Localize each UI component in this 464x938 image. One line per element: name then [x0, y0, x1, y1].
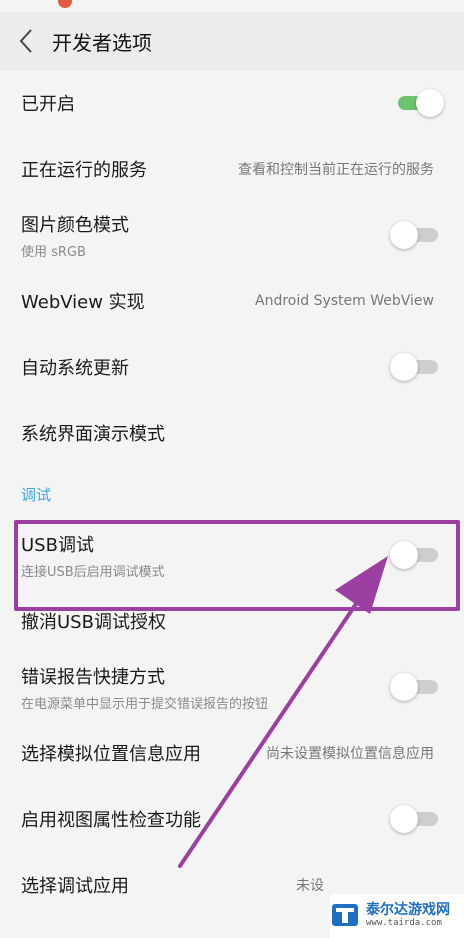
notification-dot-icon: [58, 0, 72, 8]
row-image-color-mode[interactable]: 图片颜色模式 使用 sRGB: [0, 202, 464, 268]
row-value: 未设: [296, 878, 324, 894]
row-system-ui-demo-mode[interactable]: 系统界面演示模式: [0, 400, 464, 466]
watermark-name: 泰尔达游戏网: [366, 902, 450, 919]
row-value: 尚未设置模拟位置信息应用: [266, 746, 434, 762]
back-button[interactable]: [0, 12, 52, 70]
row-value: Android System WebView: [255, 293, 434, 309]
usb-debugging-toggle[interactable]: [390, 541, 438, 569]
row-label: 自动系统更新: [21, 358, 129, 379]
row-label: 错误报告快捷方式: [21, 666, 165, 688]
row-label: USB调试: [21, 534, 94, 556]
row-label: 图片颜色模式: [21, 214, 129, 236]
row-revoke-usb-authorizations[interactable]: 撤消USB调试授权: [0, 588, 464, 654]
auto-system-update-toggle[interactable]: [390, 353, 438, 381]
watermark-url: www.tairda.com: [366, 917, 442, 928]
row-value: 查看和控制当前正在运行的服务: [238, 162, 434, 178]
page-title: 开发者选项: [52, 30, 152, 55]
app-header: 开发者选项: [0, 12, 464, 70]
bug-report-shortcut-toggle[interactable]: [390, 673, 438, 701]
row-label: 启用视图属性检查功能: [21, 810, 201, 831]
row-summary: 连接USB后启用调试模式: [21, 564, 165, 580]
row-label: 选择调试应用: [21, 876, 129, 897]
row-label: 已开启: [21, 94, 75, 115]
row-label: 撤消USB调试授权: [21, 612, 166, 633]
view-attribute-inspection-toggle[interactable]: [390, 805, 438, 833]
row-summary: 在电源菜单中显示用于提交错误报告的按钮: [21, 696, 269, 712]
image-color-mode-toggle[interactable]: [390, 221, 438, 249]
developer-options-toggle[interactable]: [394, 89, 444, 117]
row-label: 系统界面演示模式: [21, 424, 165, 445]
section-header-debugging: 调试: [21, 485, 52, 504]
row-auto-system-update[interactable]: 自动系统更新: [0, 334, 464, 400]
row-enabled[interactable]: 已开启: [0, 70, 464, 136]
row-mock-location-app[interactable]: 选择模拟位置信息应用 尚未设置模拟位置信息应用: [0, 720, 464, 786]
row-view-attribute-inspection[interactable]: 启用视图属性检查功能: [0, 786, 464, 852]
watermark-logo-icon: [332, 904, 358, 926]
row-label: WebView 实现: [21, 292, 145, 313]
row-label: 正在运行的服务: [21, 160, 147, 181]
row-usb-debugging[interactable]: USB调试 连接USB后启用调试模式: [0, 522, 464, 588]
row-bug-report-shortcut[interactable]: 错误报告快捷方式 在电源菜单中显示用于提交错误报告的按钮: [0, 654, 464, 720]
row-running-services[interactable]: 正在运行的服务 查看和控制当前正在运行的服务: [0, 136, 464, 202]
chevron-left-icon: [19, 29, 32, 53]
row-label: 选择模拟位置信息应用: [21, 744, 201, 765]
status-bar: [0, 0, 464, 10]
row-summary: 使用 sRGB: [21, 244, 86, 260]
row-webview-implementation[interactable]: WebView 实现 Android System WebView: [0, 268, 464, 334]
watermark: 泰尔达游戏网 www.tairda.com: [330, 894, 464, 938]
settings-list: 已开启 正在运行的服务 查看和控制当前正在运行的服务 图片颜色模式 使用 sRG…: [0, 70, 464, 918]
